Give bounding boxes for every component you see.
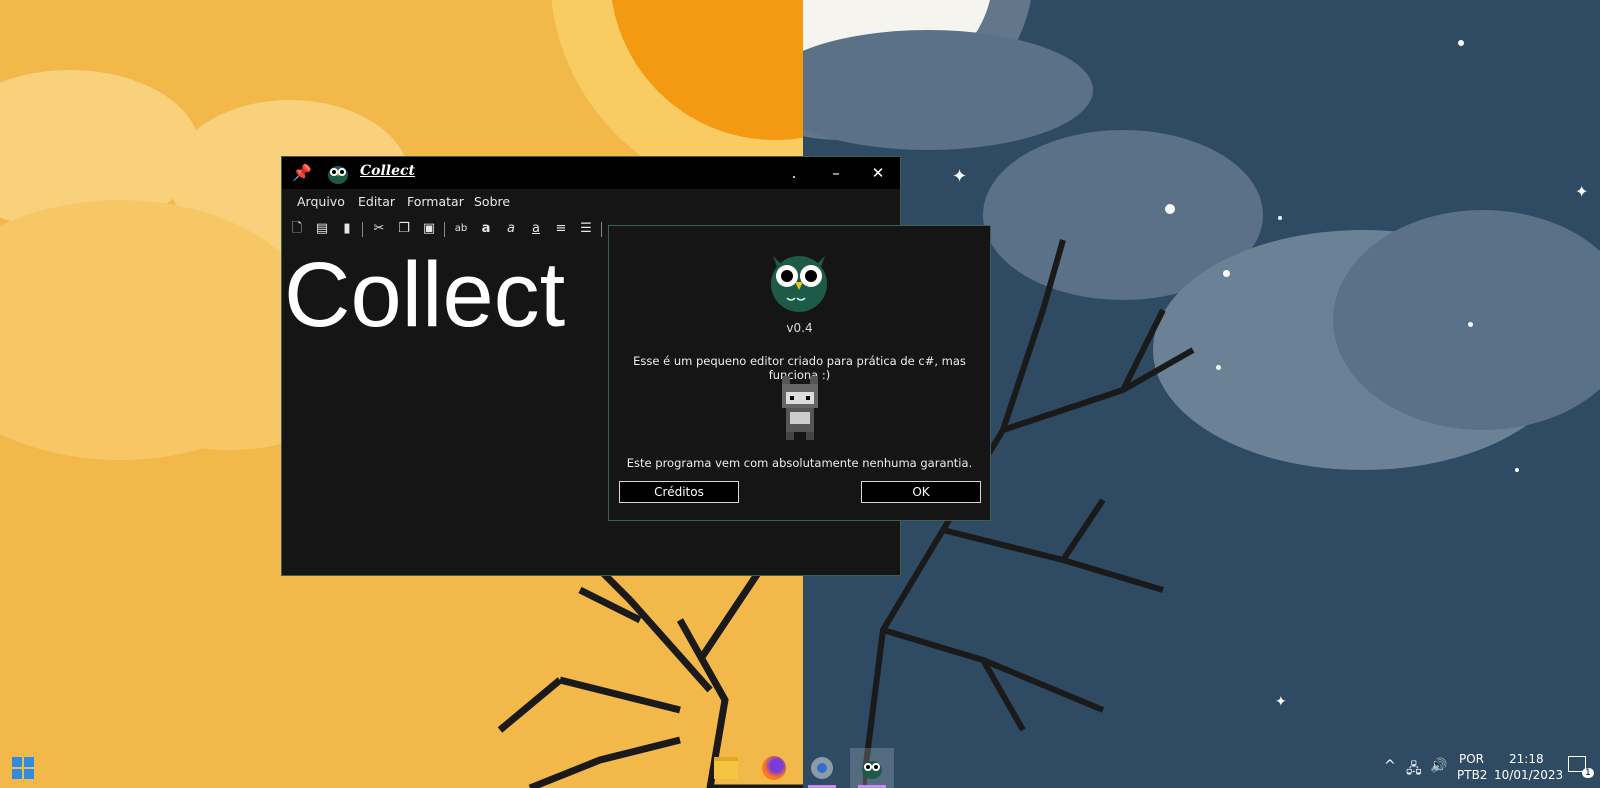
sun-shape bbox=[610, 0, 803, 140]
network-icon[interactable]: 🖧 bbox=[1406, 758, 1422, 782]
cloud bbox=[803, 30, 1093, 150]
star-icon: ✦ bbox=[952, 166, 968, 187]
toolbar-divider bbox=[601, 222, 602, 237]
star-dot bbox=[1165, 204, 1175, 214]
start-icon[interactable] bbox=[12, 757, 34, 779]
toolbar-divider bbox=[362, 222, 363, 237]
open-folder-icon[interactable]: ▤ bbox=[313, 220, 331, 238]
menu-arquivo[interactable]: Arquivo bbox=[297, 194, 345, 209]
star-dot bbox=[1278, 216, 1282, 220]
menu-sobre[interactable]: Sobre bbox=[474, 194, 510, 209]
strike-line-icon[interactable]: ≡ bbox=[552, 220, 570, 238]
star-dot bbox=[1223, 270, 1230, 277]
cut-icon[interactable]: ✂ bbox=[370, 220, 388, 238]
pixel-cat-icon bbox=[782, 376, 818, 440]
list-icon[interactable]: ☰ bbox=[577, 220, 595, 238]
close-button[interactable]: ✕ bbox=[858, 157, 898, 189]
version-label: v0.4 bbox=[786, 321, 813, 335]
new-file-icon[interactable]: 🗋 bbox=[288, 220, 306, 238]
chevron-up-icon[interactable]: ^ bbox=[1384, 758, 1396, 774]
paste-icon[interactable]: ▣ bbox=[420, 220, 438, 238]
window-dot-button[interactable]: . bbox=[774, 157, 814, 189]
credits-button[interactable]: Créditos bbox=[619, 481, 739, 503]
about-dialog: v0.4 Esse é um pequeno editor criado par… bbox=[608, 225, 991, 521]
collect-taskbar-icon[interactable] bbox=[850, 748, 894, 788]
owl-logo-icon bbox=[328, 166, 348, 184]
star-icon: ✦ bbox=[1275, 694, 1287, 710]
clock-date[interactable]: 10/01/2023 bbox=[1494, 768, 1563, 782]
bold-a-icon[interactable]: a bbox=[477, 220, 495, 238]
clock-time[interactable]: 21:18 bbox=[1509, 752, 1544, 766]
owl-logo-icon bbox=[771, 256, 827, 312]
file-explorer-icon[interactable] bbox=[704, 748, 748, 788]
editor-content[interactable]: Collect bbox=[284, 245, 565, 345]
menu-formatar[interactable]: Formatar bbox=[407, 194, 464, 209]
app-title: Collect bbox=[360, 163, 416, 179]
firefox-icon[interactable] bbox=[752, 748, 796, 788]
toolbar-divider bbox=[444, 222, 445, 237]
language-code[interactable]: POR bbox=[1459, 752, 1484, 766]
star-dot bbox=[1458, 40, 1464, 46]
settings-icon[interactable] bbox=[800, 748, 844, 788]
owl-logo-icon bbox=[862, 761, 882, 779]
menu-editar[interactable]: Editar bbox=[358, 194, 395, 209]
menu-bar: Arquivo Editar Formatar Sobre bbox=[282, 189, 900, 215]
volume-icon[interactable]: 🔊 bbox=[1430, 758, 1447, 774]
keyboard-layout[interactable]: PTB2 bbox=[1457, 768, 1487, 782]
ok-button[interactable]: OK bbox=[861, 481, 981, 503]
warranty-text: Este programa vem com absolutamente nenh… bbox=[626, 456, 973, 470]
star-icon: ✦ bbox=[1575, 182, 1589, 201]
star-dot bbox=[1468, 322, 1473, 327]
star-dot bbox=[1216, 365, 1221, 370]
taskbar: ^ 🖧 🔊 POR PTB2 21:18 10/01/2023 1 bbox=[0, 748, 1600, 788]
pin-icon[interactable]: 📌 bbox=[292, 163, 312, 182]
minimize-button[interactable]: – bbox=[816, 157, 856, 189]
copy-icon[interactable]: ❐ bbox=[395, 220, 413, 238]
title-bar[interactable]: 📌 Collect . – ✕ bbox=[282, 157, 900, 189]
underline-a-icon[interactable]: a bbox=[527, 220, 545, 238]
notification-badge: 1 bbox=[1582, 768, 1594, 778]
star-dot bbox=[1515, 468, 1519, 472]
save-icon[interactable]: ▮ bbox=[338, 220, 356, 238]
strikethrough-ab-icon[interactable]: ab bbox=[452, 220, 470, 238]
italic-a-icon[interactable]: a bbox=[502, 220, 520, 238]
